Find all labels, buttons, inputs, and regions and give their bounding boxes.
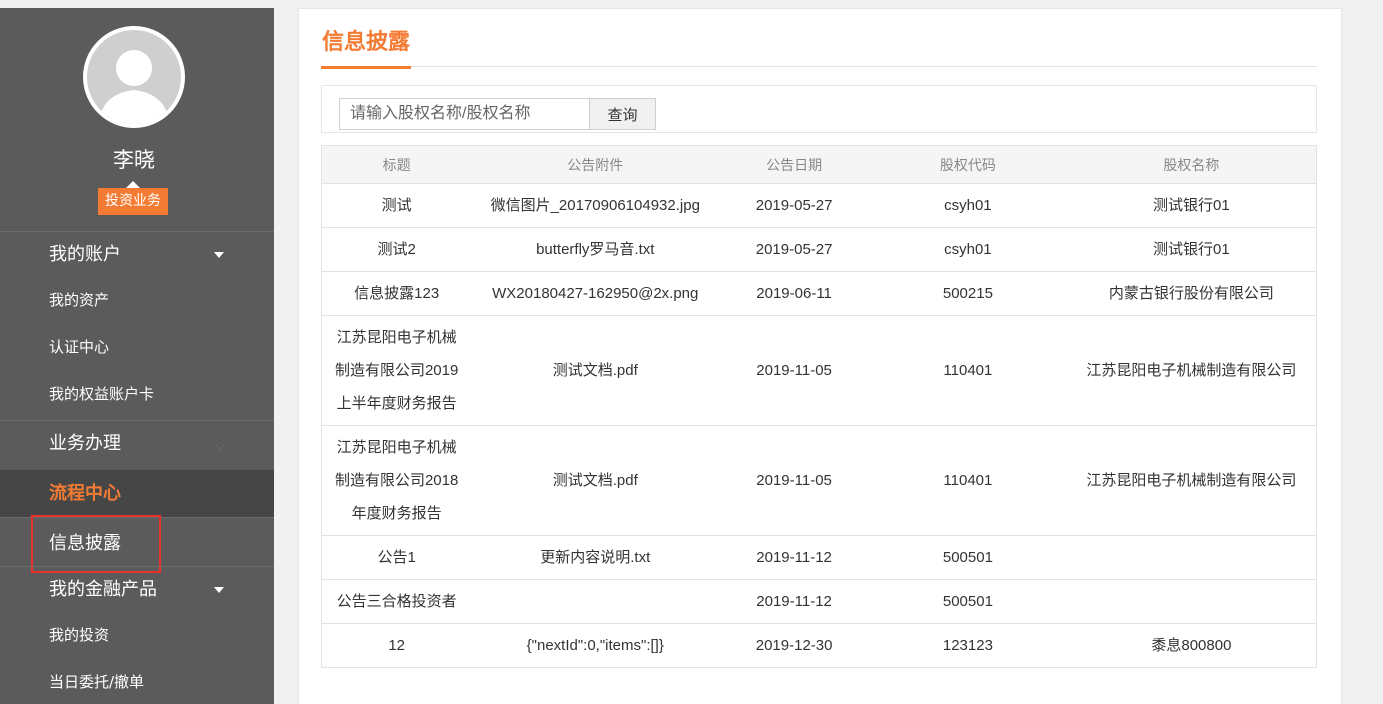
menu-finance-label: 我的金融产品 [49, 579, 157, 600]
table-row: 信息披露123 WX20180427-162950@2x.png 2019-06… [321, 271, 1317, 316]
cell-date: 2019-11-05 [719, 315, 870, 426]
col-name: 股权名称 [1066, 145, 1317, 184]
table-header-row: 标题 公告附件 公告日期 股权代码 股权名称 [321, 145, 1317, 184]
cell-attachment-link[interactable]: WX20180427-162950@2x.png [471, 271, 720, 316]
menu-finance-products[interactable]: 我的金融产品 [0, 566, 274, 612]
menu-business-label: 业务办理 [49, 433, 121, 454]
cell-attachment-link[interactable] [471, 579, 720, 624]
cell-name: 测试银行01 [1066, 183, 1317, 228]
cell-title: 公告1 [321, 535, 472, 580]
cell-date: 2019-12-30 [719, 623, 870, 668]
col-title: 标题 [321, 145, 472, 184]
cell-attachment-link[interactable]: 测试文档.pdf [471, 315, 720, 426]
table-row: 测试2 butterfly罗马音.txt 2019-05-27 csyh01 测… [321, 227, 1317, 272]
cell-attachment-link[interactable]: butterfly罗马音.txt [471, 227, 720, 272]
cell-name: 测试银行01 [1066, 227, 1317, 272]
cell-title: 测试 [321, 183, 472, 228]
cell-name: 江苏昆阳电子机械制造有限公司 [1066, 315, 1317, 426]
cell-date: 2019-05-27 [719, 183, 870, 228]
cell-code: 500501 [869, 535, 1067, 580]
page-title: 信息披露 [322, 30, 411, 55]
title-divider [321, 66, 1317, 67]
sidebar-item-my-investment[interactable]: 我的投资 [49, 624, 109, 645]
cell-name [1066, 579, 1317, 624]
caret-down-icon [214, 252, 224, 258]
cell-date: 2019-06-11 [719, 271, 870, 316]
cell-title: 12 [321, 623, 472, 668]
user-name: 李晓 [113, 148, 155, 172]
cell-code: 500215 [869, 271, 1067, 316]
sidebar-item-assets[interactable]: 我的资产 [49, 289, 109, 310]
cell-name: 江苏昆阳电子机械制造有限公司 [1066, 425, 1317, 536]
menu-process-center[interactable]: 流程中心 [0, 470, 274, 518]
cell-code: csyh01 [869, 227, 1067, 272]
title-underline [321, 66, 411, 69]
sidebar-item-auth-center[interactable]: 认证中心 [49, 336, 109, 357]
cell-title: 江苏昆阳电子机械制造有限公司2018年度财务报告 [321, 425, 472, 536]
cell-title: 信息披露123 [321, 271, 472, 316]
cell-code: 123123 [869, 623, 1067, 668]
cell-code: 110401 [869, 425, 1067, 536]
caret-down-icon [214, 587, 224, 593]
col-code: 股权代码 [869, 145, 1067, 184]
search-input[interactable] [339, 98, 590, 130]
avatar[interactable] [83, 26, 185, 128]
search-button[interactable]: 查询 [589, 98, 656, 130]
cell-title: 江苏昆阳电子机械制造有限公司2019上半年度财务报告 [321, 315, 472, 426]
sidebar-item-equity-card[interactable]: 我的权益账户卡 [49, 383, 154, 404]
cell-title: 测试2 [321, 227, 472, 272]
cell-title: 公告三合格投资者 [321, 579, 472, 624]
cell-attachment-link[interactable]: {"nextId":0,"items":[]} [471, 623, 720, 668]
cell-date: 2019-11-12 [719, 535, 870, 580]
role-badge: 投资业务 [98, 181, 168, 215]
cell-attachment-link[interactable]: 测试文档.pdf [471, 425, 720, 536]
table-row: 公告1 更新内容说明.txt 2019-11-12 500501 [321, 535, 1317, 580]
user-silhouette-icon [87, 30, 181, 124]
cell-date: 2019-05-27 [719, 227, 870, 272]
chevron-down-icon [214, 438, 226, 450]
cell-name: 内蒙古银行股份有限公司 [1066, 271, 1317, 316]
cell-date: 2019-11-05 [719, 425, 870, 536]
disclosure-table: 标题 公告附件 公告日期 股权代码 股权名称 测试 微信图片_201709061… [321, 145, 1317, 668]
cell-attachment-link[interactable]: 更新内容说明.txt [471, 535, 720, 580]
cell-code: 110401 [869, 315, 1067, 426]
table-row: 江苏昆阳电子机械制造有限公司2018年度财务报告 测试文档.pdf 2019-1… [321, 425, 1317, 536]
col-attachment: 公告附件 [471, 145, 720, 184]
table-row: 公告三合格投资者 2019-11-12 500501 [321, 579, 1317, 624]
col-date: 公告日期 [719, 145, 870, 184]
cell-code: 500501 [869, 579, 1067, 624]
cell-name: 黍息800800 [1066, 623, 1317, 668]
sidebar-item-orders[interactable]: 当日委托/撤单 [49, 671, 144, 692]
menu-my-account-label: 我的账户 [49, 244, 121, 265]
cell-attachment-link[interactable]: 微信图片_20170906104932.jpg [471, 183, 720, 228]
table-row: 江苏昆阳电子机械制造有限公司2019上半年度财务报告 测试文档.pdf 2019… [321, 315, 1317, 426]
cell-code: csyh01 [869, 183, 1067, 228]
cell-name [1066, 535, 1317, 580]
menu-my-account[interactable]: 我的账户 [0, 231, 274, 277]
table-row: 12 {"nextId":0,"items":[]} 2019-12-30 12… [321, 623, 1317, 668]
menu-business[interactable]: 业务办理 [0, 420, 274, 466]
cell-date: 2019-11-12 [719, 579, 870, 624]
sidebar-item-info-disclosure[interactable]: 信息披露 [49, 529, 121, 555]
table-row: 测试 微信图片_20170906104932.jpg 2019-05-27 cs… [321, 183, 1317, 228]
